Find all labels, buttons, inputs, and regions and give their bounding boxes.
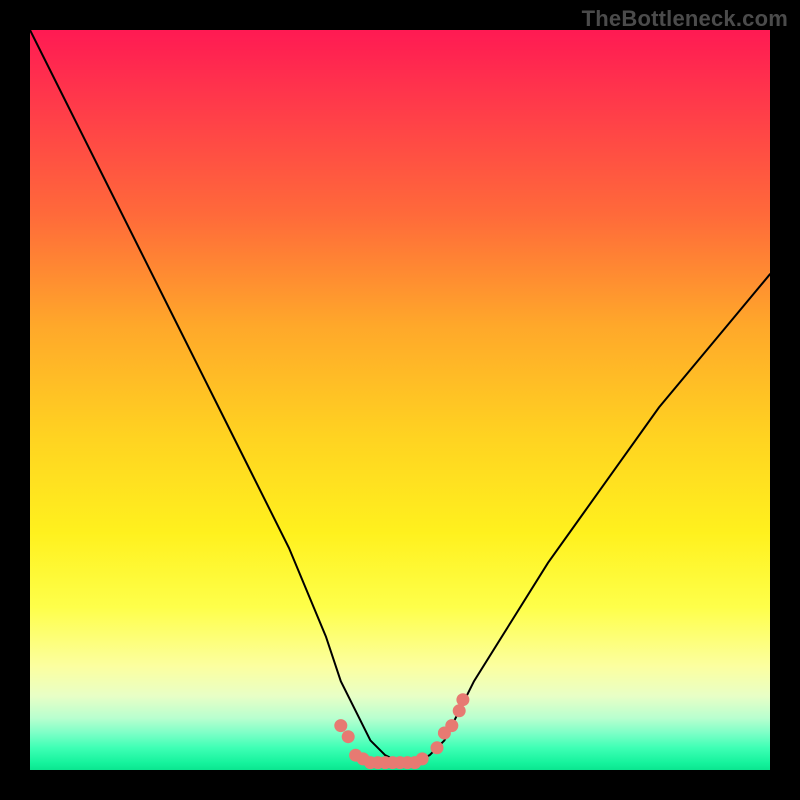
marker-dot [334, 719, 347, 732]
chart-frame: TheBottleneck.com [0, 0, 800, 800]
marker-dot [431, 741, 444, 754]
marker-cluster [30, 30, 770, 770]
marker-dot [342, 730, 355, 743]
marker-dot [445, 719, 458, 732]
plot-area [30, 30, 770, 770]
marker-dot [416, 752, 429, 765]
marker-dot [456, 693, 469, 706]
marker-dot [453, 704, 466, 717]
watermark-text: TheBottleneck.com [582, 6, 788, 32]
